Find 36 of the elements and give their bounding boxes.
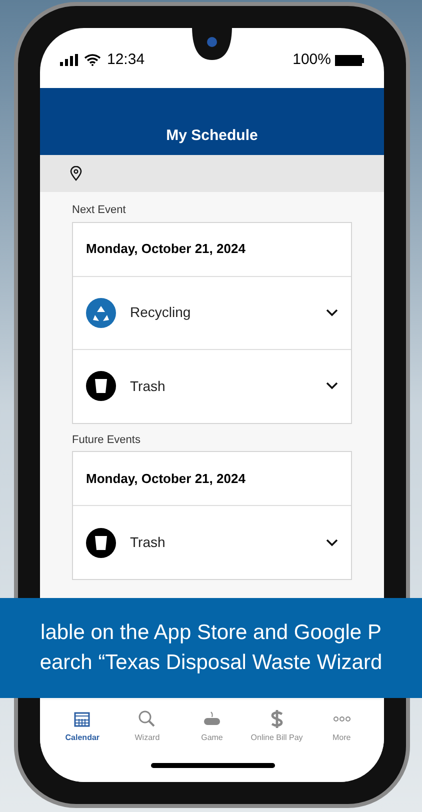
dollar-icon [270, 710, 284, 728]
pickup-row[interactable]: Trash [73, 506, 351, 579]
event-date: Monday, October 21, 2024 [86, 470, 246, 488]
chevron-down-icon [326, 382, 338, 390]
section-label: Next Event [72, 203, 127, 218]
magnifier-icon [138, 710, 156, 728]
section-label: Future Events [72, 432, 142, 448]
trash-can-icon [86, 528, 116, 558]
trash-can-icon [86, 371, 116, 401]
pickup-name: Trash [130, 376, 166, 396]
event-date: Monday, October 21, 2024 [86, 240, 246, 258]
banner-text: lable on the App Store and Google P [40, 620, 382, 646]
signal-icon [60, 54, 78, 66]
tab-item[interactable]: Online Bill Pay [244, 710, 310, 744]
location-pin-icon [70, 166, 82, 181]
pickup-name: Trash [130, 533, 166, 552]
pickup-name: Recycling [130, 303, 192, 322]
battery-icon [335, 54, 364, 66]
pickup-row[interactable]: Trash [73, 350, 351, 422]
tab-item[interactable]: Calendar [50, 710, 115, 744]
battery-percent: 100% [292, 50, 331, 70]
banner-text: earch “Texas Disposal Waste Wizard [40, 650, 382, 676]
status-time: 12:34 [107, 50, 145, 70]
calendar-icon [74, 711, 90, 727]
more-icon [332, 716, 351, 722]
header-title: My Schedule [166, 126, 258, 146]
pickup-row[interactable]: Recycling [73, 276, 351, 350]
chevron-down-icon [326, 308, 338, 316]
chevron-down-icon [326, 538, 338, 546]
tab-item[interactable]: More [309, 710, 374, 744]
wifi-icon [84, 54, 101, 66]
tab-item[interactable]: Wizard [114, 710, 180, 744]
tab-item[interactable]: Game [180, 710, 244, 744]
recycling-icon [86, 298, 116, 328]
front-camera [192, 28, 232, 62]
game-controller-icon [202, 711, 221, 727]
